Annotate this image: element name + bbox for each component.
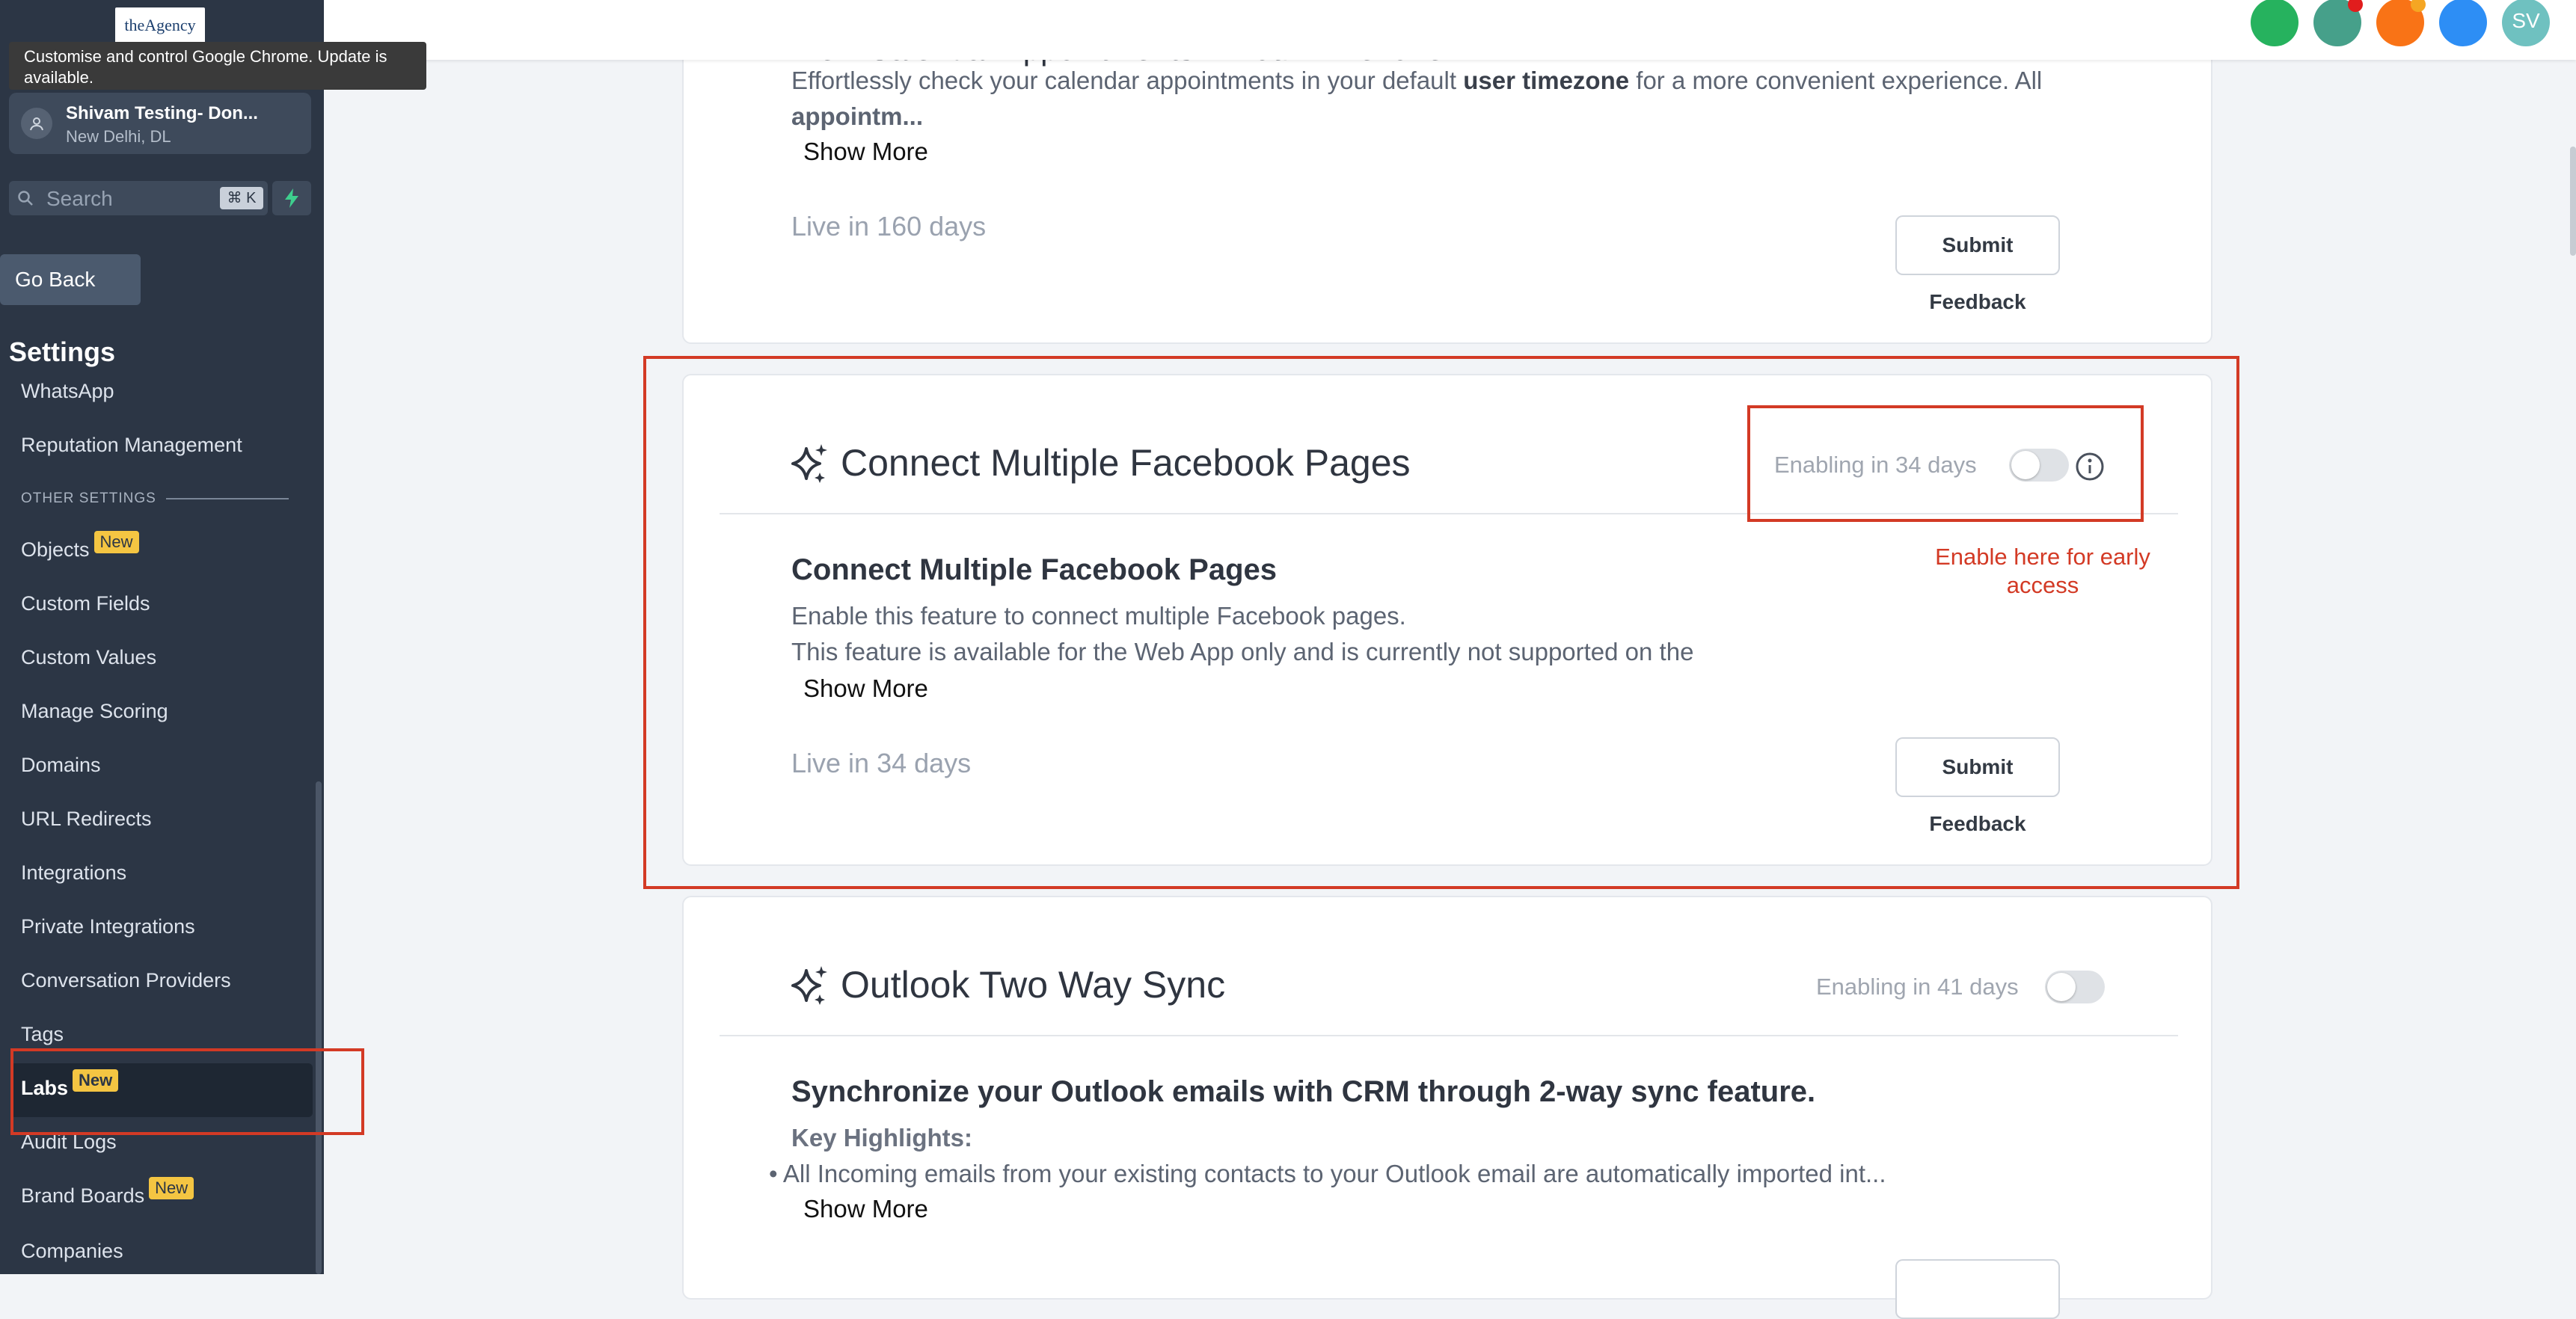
sidebar-item-brand-boards[interactable]: Brand Boards New (21, 1177, 194, 1208)
agency-logo[interactable]: theAgency (115, 7, 205, 43)
sidebar-item-whatsapp[interactable]: WhatsApp (21, 380, 114, 403)
facebook-description-line-2: This feature is available for the Web Ap… (791, 638, 1694, 665)
outlook-feature-title: Outlook Two Way Sync (841, 964, 1226, 1006)
annotation-box-toggle (1747, 405, 2144, 522)
outlook-show-more-link[interactable]: Show More (803, 1195, 928, 1223)
header-icon-help[interactable] (2439, 0, 2487, 46)
search-input[interactable]: Search ⌘ K (9, 181, 268, 215)
new-badge: New (93, 531, 139, 553)
account-switcher[interactable]: Shivam Testing- Don... New Delhi, DL (9, 93, 311, 154)
lightning-icon (285, 188, 298, 208)
search-placeholder: Search (46, 187, 113, 210)
section-divider (166, 498, 289, 499)
facebook-show-more-link[interactable]: Show More (803, 674, 928, 703)
account-name: Shivam Testing- Don... (66, 103, 258, 123)
sidebar-item-manage-scoring[interactable]: Manage Scoring (21, 700, 168, 723)
sidebar-item-private-integrations[interactable]: Private Integrations (21, 915, 195, 938)
feature-card-outlook: Outlook Two Way Sync Enabling in 41 days… (682, 896, 2212, 1319)
facebook-submit-feedback-button[interactable]: Submit Feedback (1895, 737, 2060, 835)
outlook-enabling-text: Enabling in 41 days (1816, 974, 2019, 1000)
sidebar-item-reputation-management[interactable]: Reputation Management (21, 434, 242, 457)
page-scrollbar[interactable] (2570, 147, 2576, 256)
sidebar-item-custom-values[interactable]: Custom Values (21, 646, 156, 669)
outlook-enable-toggle[interactable] (2045, 971, 2105, 1003)
settings-title: Settings (9, 336, 116, 367)
sidebar-item-integrations[interactable]: Integrations (21, 861, 126, 885)
sidebar-item-conversation-providers[interactable]: Conversation Providers (21, 969, 231, 992)
search-shortcut: ⌘ K (220, 187, 263, 209)
sidebar-item-companies[interactable]: Companies (21, 1240, 123, 1263)
sparkles-icon (791, 966, 827, 1005)
go-back-button[interactable]: Go Back (0, 254, 141, 305)
sparkles-icon (791, 444, 827, 483)
facebook-live-status: Live in 34 days (791, 748, 972, 778)
card-divider (720, 1035, 2178, 1036)
calendar-description: Effortlessly check your calendar appoint… (791, 67, 2043, 130)
account-location: New Delhi, DL (66, 127, 171, 146)
calendar-live-status: Live in 160 days (791, 211, 987, 242)
outlook-submit-feedback-button[interactable] (1895, 1259, 2060, 1319)
sidebar-scrollbar[interactable] (316, 781, 322, 1274)
outlook-bullet-1: • All Incoming emails from your existing… (769, 1160, 1886, 1187)
sidebar-item-url-redirects[interactable]: URL Redirects (21, 808, 152, 831)
header-icon-phone[interactable] (2251, 0, 2299, 46)
annotation-enable-early-access: Enable here for early access (1935, 544, 2150, 598)
section-label-other-settings: OTHER SETTINGS (21, 491, 156, 506)
calendar-show-more-link[interactable]: Show More (803, 138, 928, 166)
quick-actions-button[interactable] (272, 181, 311, 215)
facebook-feature-title: Connect Multiple Facebook Pages (841, 442, 1411, 484)
new-badge: New (149, 1177, 194, 1199)
outlook-key-highlights: Key Highlights: (791, 1124, 973, 1152)
user-avatar[interactable]: SV (2502, 0, 2550, 46)
search-icon (18, 191, 33, 206)
user-icon (30, 117, 43, 131)
annotation-box-labs (10, 1048, 364, 1135)
update-dot (2411, 0, 2426, 12)
facebook-description-line-1: Enable this feature to connect multiple … (791, 602, 1406, 630)
calendar-submit-feedback-button[interactable]: Submit Feedback (1895, 215, 2060, 313)
sidebar-item-custom-fields[interactable]: Custom Fields (21, 592, 150, 615)
account-avatar (21, 108, 52, 139)
sidebar-item-objects[interactable]: Objects New (21, 531, 139, 562)
sidebar-item-domains[interactable]: Domains (21, 754, 101, 777)
facebook-feature-subtitle: Connect Multiple Facebook Pages (791, 553, 1278, 586)
sidebar-item-tags[interactable]: Tags (21, 1023, 64, 1046)
top-bar: SV (324, 0, 2576, 60)
notification-dot (2348, 0, 2363, 12)
outlook-feature-subtitle: Synchronize your Outlook emails with CRM… (791, 1075, 1816, 1108)
chrome-update-tooltip: Customise and control Google Chrome. Upd… (9, 42, 426, 90)
